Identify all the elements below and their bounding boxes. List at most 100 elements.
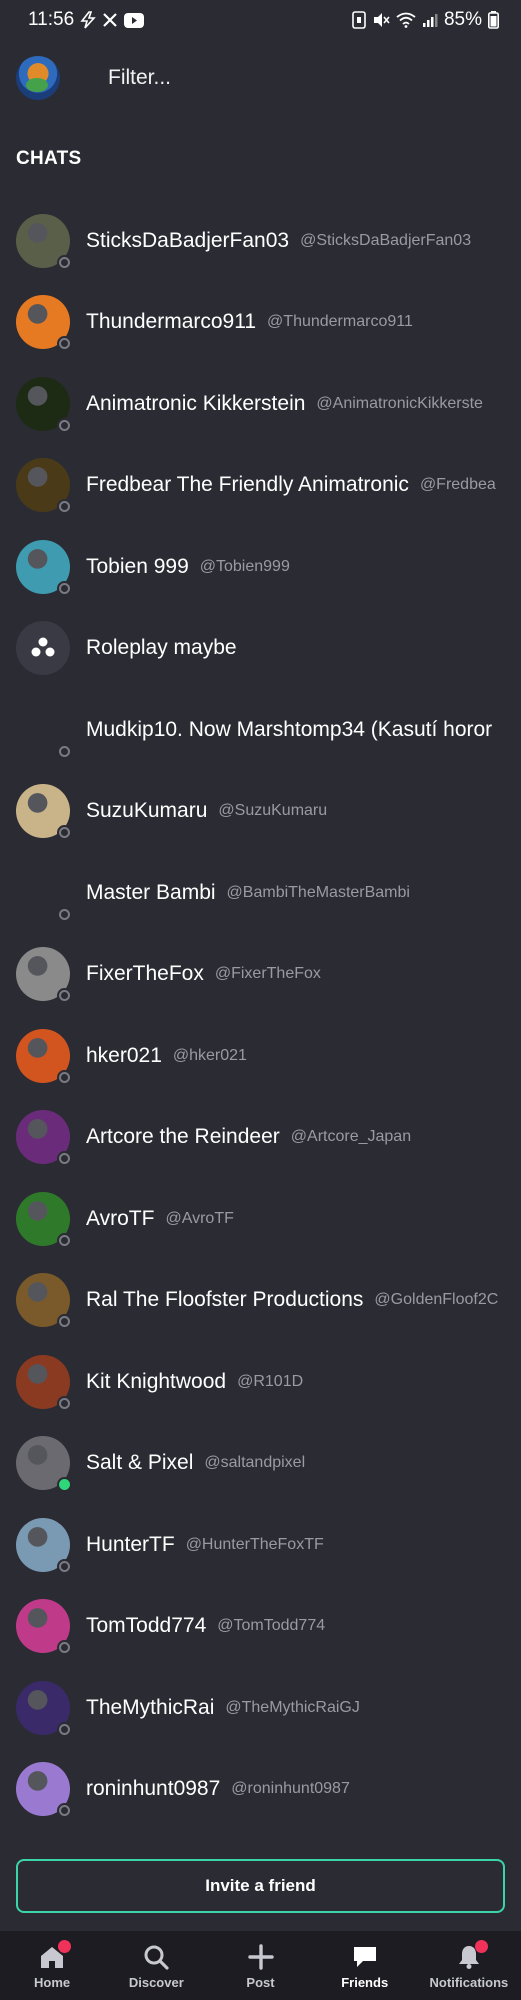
nav-notifications-label: Notifications xyxy=(429,1974,509,1990)
offline-status-dot xyxy=(57,499,72,515)
chat-row[interactable]: AvroTF @AvroTF xyxy=(0,1178,521,1260)
avatar-container xyxy=(16,784,72,841)
chat-row[interactable]: Ral The Floofster Productions @GoldenFloo… xyxy=(0,1260,521,1342)
nav-discover-label: Discover xyxy=(128,1974,184,1990)
avatar-container xyxy=(16,1762,72,1819)
signal-icon xyxy=(422,12,438,28)
nfc-icon xyxy=(352,11,366,29)
chat-name: SticksDaBadjerFan03 xyxy=(86,228,290,252)
chat-name: HunterTF xyxy=(86,1532,175,1556)
youtube-icon xyxy=(124,12,145,28)
avatar-container xyxy=(16,539,72,596)
avatar-container xyxy=(16,1517,72,1574)
chat-row[interactable]: Mudkip10. Now Marshtomp34 (Kasutí horor xyxy=(0,689,521,771)
chat-row[interactable]: hker021 @hker021 xyxy=(0,1015,521,1097)
invite-area: Invite a friend xyxy=(0,1843,521,1931)
chat-handle: @roninhunt0987 xyxy=(231,1780,350,1798)
offline-status-dot xyxy=(57,1395,72,1411)
nav-friends[interactable]: Friends xyxy=(313,1931,417,2000)
chat-name: Salt & Pixel xyxy=(86,1451,194,1475)
nav-home-label: Home xyxy=(34,1974,71,1990)
offline-status-dot xyxy=(57,254,72,270)
chat-handle: @TomTodd774 xyxy=(217,1617,326,1635)
offline-status-dot xyxy=(57,743,72,759)
chat-row[interactable]: Tobien 999 @Tobien999 xyxy=(0,526,521,608)
online-status-dot xyxy=(57,1477,72,1493)
avatar-container xyxy=(16,621,70,676)
chat-handle: @R101D xyxy=(237,1372,304,1390)
chat-row[interactable]: Fredbear The Friendly Animatronic @Fredbe… xyxy=(0,445,521,527)
chat-bubble-icon xyxy=(348,1942,382,1972)
chat-name: Roleplay maybe xyxy=(86,636,237,660)
chat-row[interactable]: SticksDaBadjerFan03 @SticksDaBadjerFan03 xyxy=(0,200,521,282)
mute-icon xyxy=(372,11,390,29)
avatar-container xyxy=(16,1110,72,1167)
chat-handle: @AnimatronicKikkerste xyxy=(316,394,483,412)
chat-row[interactable]: FixerTheFox @FixerTheFox xyxy=(0,934,521,1016)
flash-icon xyxy=(80,11,96,29)
bottom-nav: Home Discover Post Friends Notifications xyxy=(0,1931,521,2000)
avatar-container xyxy=(16,1191,72,1248)
chat-row[interactable]: Thundermarco911 @Thundermarco911 xyxy=(0,282,521,364)
chat-name: AvroTF xyxy=(86,1206,155,1230)
wifi-icon xyxy=(396,12,416,28)
chat-row[interactable]: HunterTF @HunterTheFoxTF xyxy=(0,1504,521,1586)
offline-status-dot xyxy=(57,988,72,1004)
chat-handle: @Fredbea xyxy=(419,476,496,494)
chat-name: TheMythicRai xyxy=(86,1695,215,1719)
status-time: 11:56 xyxy=(28,9,75,30)
status-right: 85% xyxy=(352,9,499,31)
avatar-container xyxy=(16,703,72,759)
nav-post-label: Post xyxy=(246,1974,275,1990)
chat-row[interactable]: Artcore the Reindeer @Artcore_Japan xyxy=(0,1097,521,1179)
offline-status-dot xyxy=(57,1558,72,1574)
plus-icon xyxy=(244,1942,278,1972)
chat-handle: @SticksDaBadjerFan03 xyxy=(300,231,472,249)
chat-row[interactable]: Salt & Pixel @saltandpixel xyxy=(0,1423,521,1505)
chat-row[interactable]: roninhunt0987 @roninhunt0987 xyxy=(0,1749,521,1831)
nav-post[interactable]: Post xyxy=(208,1931,312,2000)
avatar-container xyxy=(16,866,72,922)
offline-status-dot xyxy=(57,580,72,596)
filter-input[interactable]: Filter... xyxy=(108,66,171,90)
x-logo-icon xyxy=(102,12,118,28)
chat-name: hker021 xyxy=(86,1043,162,1067)
offline-status-dot xyxy=(57,1803,72,1819)
nav-notifications[interactable]: Notifications xyxy=(417,1931,521,2000)
offline-status-dot xyxy=(57,825,72,841)
chat-handle: @TheMythicRaiGJ xyxy=(225,1698,360,1716)
chat-handle: @SuzuKumaru xyxy=(218,802,328,820)
chat-name: Artcore the Reindeer xyxy=(86,1125,280,1149)
chat-name: Mudkip10. Now Marshtomp34 (Kasutí horor xyxy=(86,717,493,741)
chat-row[interactable]: SuzuKumaru @SuzuKumaru xyxy=(0,771,521,853)
home-badge-dot xyxy=(58,1939,72,1953)
invite-friend-button[interactable]: Invite a friend xyxy=(16,1859,505,1913)
chat-name: Kit Knightwood xyxy=(86,1369,227,1393)
chat-row[interactable]: Animatronic Kikkerstein @AnimatronicKikke… xyxy=(0,363,521,445)
chat-row[interactable]: Roleplay maybe xyxy=(0,608,521,690)
status-left: 11:56 xyxy=(28,9,145,31)
profile-avatar[interactable] xyxy=(16,56,60,100)
chat-name: Tobien 999 xyxy=(86,554,189,578)
chat-handle: @saltandpixel xyxy=(204,1454,306,1472)
offline-status-dot xyxy=(57,906,72,922)
chat-name: Thundermarco911 xyxy=(86,310,257,334)
avatar-container xyxy=(16,1273,72,1330)
avatar-container xyxy=(16,1436,72,1493)
avatar-container xyxy=(16,1680,72,1737)
section-title: CHATS xyxy=(16,148,82,169)
nav-home[interactable]: Home xyxy=(0,1931,104,2000)
offline-status-dot xyxy=(57,1232,72,1248)
offline-status-dot xyxy=(57,1640,72,1656)
chat-row[interactable]: Master Bambi @BambiTheMasterBambi xyxy=(0,852,521,934)
chat-row[interactable]: Kit Knightwood @R101D xyxy=(0,1341,521,1423)
avatar-container xyxy=(16,947,72,1004)
chat-name: Animatronic Kikkerstein xyxy=(86,391,306,415)
status-bar: 11:56 85% xyxy=(0,0,521,40)
offline-status-dot xyxy=(57,1151,72,1167)
chat-handle: @BambiTheMasterBambi xyxy=(226,883,410,901)
chat-row[interactable]: TheMythicRai @TheMythicRaiGJ xyxy=(0,1667,521,1749)
chat-row[interactable]: TomTodd774 @TomTodd774 xyxy=(0,1586,521,1668)
chat-handle: @FixerTheFox xyxy=(214,965,321,983)
nav-discover[interactable]: Discover xyxy=(104,1931,208,2000)
